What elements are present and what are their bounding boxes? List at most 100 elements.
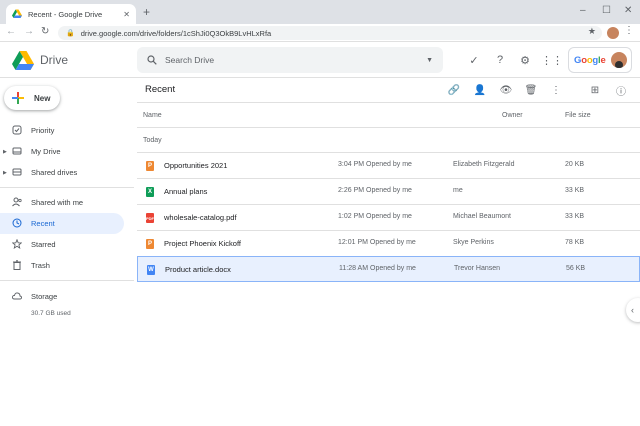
file-owner: Skye Perkins — [453, 239, 494, 246]
close-window-icon[interactable]: ✕ — [624, 5, 632, 16]
forward-icon[interactable]: → — [24, 26, 34, 37]
sidebar-item-recent[interactable]: Recent — [0, 213, 124, 234]
new-tab-button[interactable]: + — [143, 5, 150, 19]
address-bar[interactable]: 🔒 drive.google.com/drive/folders/1cShJi0… — [58, 26, 602, 40]
plus-icon — [12, 92, 24, 104]
search-input[interactable]: Search Drive — [165, 55, 426, 65]
sidebar-divider — [0, 187, 134, 188]
table-row[interactable]: P Project Phoenix Kickoff 12:01 PM Opene… — [137, 231, 640, 257]
bookmark-star-icon[interactable]: ★ — [588, 26, 596, 37]
header-divider — [137, 127, 640, 128]
browser-tab-strip: Recent - Google Drive ✕ + – ☐ ✕ — [0, 0, 640, 24]
sheets-file-icon: X — [146, 187, 154, 197]
cloud-icon — [12, 292, 22, 300]
file-name: wholesale-catalog.pdf — [164, 213, 237, 222]
maximize-icon[interactable]: ☐ — [602, 5, 611, 16]
file-size: 20 KB — [565, 161, 585, 168]
apps-grid-icon[interactable]: ⋮⋮ — [541, 54, 563, 67]
file-owner: me — [453, 187, 463, 194]
sidebar-item-label: Recent — [31, 219, 55, 228]
file-last-opened: 1:02 PM Opened by me — [338, 213, 412, 220]
google-letter-e: e — [600, 54, 606, 66]
tab-title: Recent - Google Drive — [28, 9, 103, 19]
column-header-owner[interactable]: Owner — [502, 112, 523, 119]
preview-eye-icon[interactable]: 👁 — [500, 84, 513, 96]
browser-tab[interactable]: Recent - Google Drive ✕ — [6, 4, 136, 24]
table-row[interactable]: X Annual plans 2:26 PM Opened by me me 3… — [137, 179, 640, 205]
side-panel-toggle-chevron-icon[interactable]: ‹ — [626, 298, 640, 322]
expand-caret-icon[interactable]: ▶ — [3, 149, 7, 155]
sidebar-item-my-drive[interactable]: ▶ My Drive — [0, 141, 124, 162]
app-name: Drive — [40, 53, 69, 67]
toolbar-divider — [137, 102, 640, 103]
column-header-size[interactable]: File size — [565, 112, 591, 119]
sidebar-item-storage[interactable]: Storage — [0, 286, 124, 307]
clock-icon — [12, 218, 22, 228]
google-account-button[interactable]: Google — [568, 47, 632, 73]
file-size: 33 KB — [565, 213, 585, 220]
pdf-file-icon: PDF — [146, 213, 154, 223]
browser-toolbar: ← → ↻ 🔒 drive.google.com/drive/folders/1… — [0, 24, 640, 42]
settings-gear-icon[interactable]: ⚙ — [519, 54, 531, 67]
storage-used-text: 30.7 GB used — [31, 310, 71, 317]
table-row[interactable]: P Opportunities 2021 3:04 PM Opened by m… — [137, 153, 640, 179]
shared-drives-icon — [12, 168, 22, 176]
file-last-opened: 3:04 PM Opened by me — [338, 161, 412, 168]
drive-logo-icon[interactable] — [12, 51, 34, 70]
expand-caret-icon[interactable]: ▶ — [3, 170, 7, 176]
table-row[interactable]: PDF wholesale-catalog.pdf 1:02 PM Opened… — [137, 205, 640, 231]
sidebar-item-shared-with-me[interactable]: Shared with me — [0, 192, 124, 213]
grid-view-icon[interactable]: ⊞ — [589, 84, 601, 96]
file-size: 56 KB — [566, 265, 586, 272]
new-button-label: New — [34, 93, 51, 103]
column-header-name[interactable]: Name — [143, 112, 162, 119]
reload-icon[interactable]: ↻ — [41, 26, 49, 37]
link-icon[interactable]: 🔗 — [448, 84, 460, 96]
sidebar-item-priority[interactable]: Priority — [0, 120, 124, 141]
file-last-opened: 12:01 PM Opened by me — [338, 239, 416, 246]
sidebar-item-starred[interactable]: Starred — [0, 234, 124, 255]
search-bar[interactable]: Search Drive ▼ — [137, 47, 443, 73]
share-icon[interactable]: 👤 — [474, 84, 486, 96]
offline-status-icon[interactable]: ✓ — [468, 54, 480, 67]
file-size: 33 KB — [565, 187, 585, 194]
slides-file-icon: P — [146, 239, 154, 249]
google-wordmark: Google — [574, 55, 606, 66]
new-button[interactable]: New — [4, 86, 60, 110]
star-icon — [12, 239, 22, 249]
file-owner: Elizabeth Fitzgerald — [453, 161, 515, 168]
browser-menu-icon[interactable]: ⋮ — [624, 25, 634, 36]
file-name: Opportunities 2021 — [164, 161, 228, 170]
file-name: Project Phoenix Kickoff — [164, 239, 241, 248]
docs-file-icon: W — [147, 265, 155, 275]
browser-profile-avatar[interactable] — [607, 27, 619, 39]
slides-file-icon: P — [146, 161, 154, 171]
close-tab-icon[interactable]: ✕ — [123, 10, 130, 19]
sidebar-item-label: Priority — [31, 126, 55, 135]
search-options-icon[interactable]: ▼ — [426, 57, 433, 64]
help-icon[interactable]: ? — [494, 54, 506, 66]
page-title: Recent — [145, 84, 176, 95]
file-owner: Trevor Hansen — [454, 265, 501, 272]
file-last-opened: 11:28 AM Opened by me — [339, 265, 416, 272]
table-row-selected[interactable]: W Product article.docx 11:28 AM Opened b… — [137, 256, 640, 282]
file-name: Product article.docx — [165, 265, 231, 274]
drive-header: Drive Search Drive ▼ ✓ ? ⚙ ⋮⋮ Google — [0, 42, 640, 78]
sidebar-item-label: Shared with me — [31, 198, 84, 207]
details-info-icon[interactable]: ⓘ — [615, 84, 627, 98]
more-actions-icon[interactable]: ⋮ — [550, 84, 562, 96]
sidebar-item-shared-drives[interactable]: ▶ Shared drives — [0, 162, 124, 183]
drive-favicon-icon — [12, 9, 22, 18]
sidebar-item-label: Shared drives — [31, 168, 78, 177]
group-heading-today: Today — [143, 137, 162, 144]
search-icon[interactable] — [147, 55, 157, 65]
sidebar-item-trash[interactable]: Trash — [0, 255, 124, 276]
delete-icon[interactable]: 🗑 — [525, 84, 538, 96]
shared-with-me-icon — [12, 197, 22, 207]
sidebar-divider — [0, 280, 134, 281]
file-owner: Michael Beaumont — [453, 213, 511, 220]
trash-icon — [13, 260, 21, 270]
minimize-icon[interactable]: – — [580, 5, 586, 16]
back-icon[interactable]: ← — [6, 26, 16, 37]
account-avatar[interactable] — [611, 52, 627, 68]
